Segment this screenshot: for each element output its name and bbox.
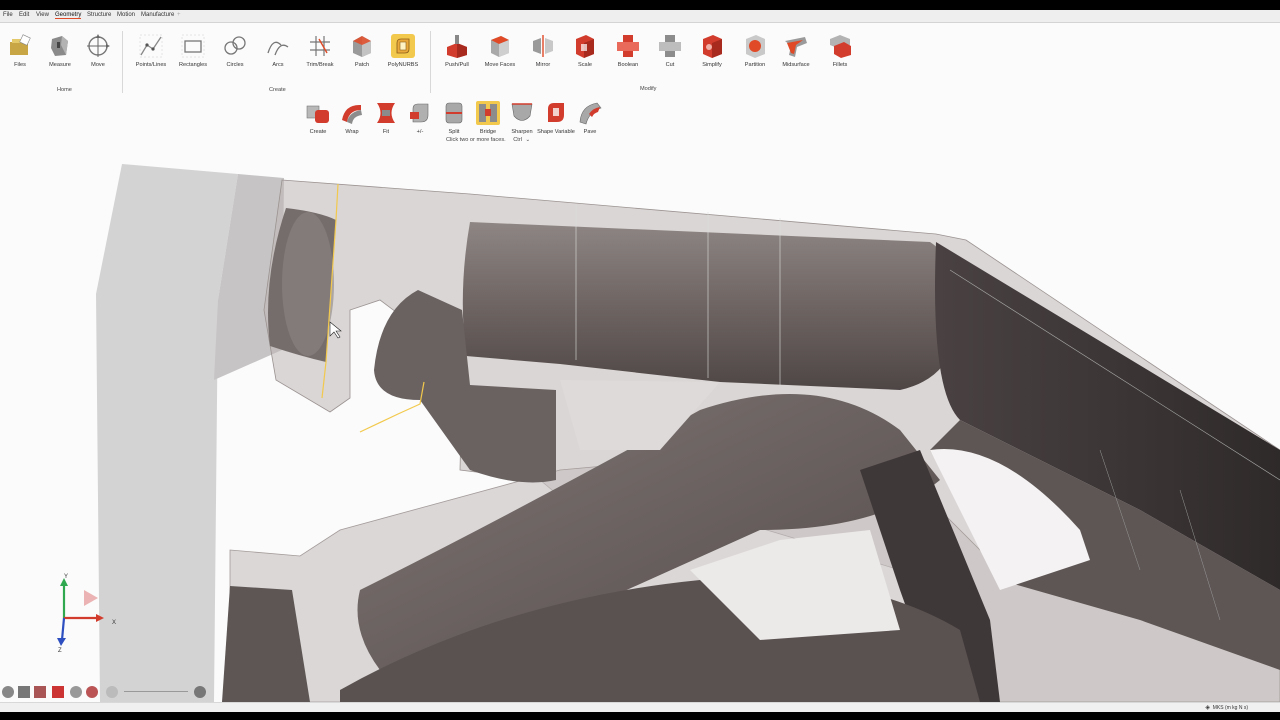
boolean-tool[interactable]: Boolean <box>608 33 648 69</box>
pave-icon <box>579 102 602 125</box>
scale-icon <box>576 35 594 58</box>
add-ribbon-tab-button[interactable]: + <box>177 12 181 18</box>
simplify-tool[interactable]: Simplify <box>692 33 732 69</box>
menu-motion[interactable]: Motion <box>117 12 135 18</box>
wrap-icon <box>342 104 362 124</box>
split-icon <box>445 102 463 124</box>
patch-icon <box>353 36 371 57</box>
arcs-tool[interactable]: Arcs <box>258 33 298 69</box>
hint-text: Click two or more faces. <box>446 137 506 143</box>
status-icon[interactable]: ◈ <box>1205 704 1210 711</box>
view-orient-icon[interactable] <box>18 686 30 698</box>
zoom-icon[interactable] <box>70 686 82 698</box>
trim-break-icon <box>310 36 330 56</box>
render-icon[interactable] <box>52 686 64 698</box>
separator <box>122 31 123 93</box>
base-block <box>96 164 238 702</box>
midsurface-tool[interactable]: Midsurface <box>776 33 816 69</box>
polynurbs-icon <box>391 34 415 58</box>
section-icon[interactable] <box>34 686 46 698</box>
unit-system[interactable]: MKS (m kg N s) <box>1213 705 1248 711</box>
fillets-tool[interactable]: Fillets <box>820 33 860 69</box>
polynurbs-create-icon <box>306 105 329 123</box>
hint-shortcut: Ctrl <box>513 137 522 143</box>
scale-tool[interactable]: Scale <box>565 33 605 69</box>
view-cube-icon[interactable] <box>2 686 14 698</box>
guide-bar: Click two or more faces. Ctrl ⌄ <box>446 137 530 143</box>
menu-geometry[interactable]: Geometry <box>55 12 82 19</box>
mirror-tool[interactable]: Mirror <box>523 33 563 69</box>
circles-icon <box>224 36 246 55</box>
create-group-label: Create <box>269 87 286 93</box>
partition-tool[interactable]: Partition <box>735 33 775 69</box>
points-lines-tool[interactable]: Points/Lines <box>131 33 171 69</box>
menu-manufacture[interactable]: Manufacture <box>141 12 174 18</box>
triad-z-label: Z <box>58 648 62 654</box>
fillets-icon <box>830 35 851 58</box>
move-tool[interactable]: Move <box>78 33 118 69</box>
boolean-icon <box>617 35 639 57</box>
trim-break-tool[interactable]: Trim/Break <box>300 33 340 69</box>
move-faces-tool[interactable]: Move Faces <box>480 33 520 69</box>
chevron-down-icon[interactable]: ⌄ <box>526 137 531 143</box>
push-pull-tool[interactable]: Push/Pull <box>437 33 477 69</box>
push-pull-icon <box>447 35 467 58</box>
cut-icon <box>659 35 681 57</box>
arcs-icon <box>267 41 289 56</box>
measure-tool[interactable]: Measure <box>40 33 80 69</box>
menu-bar: File Edit View Geometry Structure Motion… <box>0 10 1280 23</box>
mirror-icon <box>533 35 553 57</box>
move-icon <box>87 34 110 57</box>
add-remove-icon <box>410 103 429 123</box>
triad-y-label: Y <box>64 574 68 580</box>
sharpen-icon <box>511 103 533 121</box>
cut-tool[interactable]: Cut <box>650 33 690 69</box>
menu-view[interactable]: View <box>36 12 49 18</box>
midsurface-icon <box>785 37 807 57</box>
app-window: File Edit View Geometry Structure Motion… <box>0 10 1280 712</box>
transparency-icon[interactable] <box>106 686 118 698</box>
rectangles-tool[interactable]: Rectangles <box>173 33 213 69</box>
menu-structure[interactable]: Structure <box>87 12 111 18</box>
menu-edit[interactable]: Edit <box>19 12 29 18</box>
partition-icon <box>746 35 765 58</box>
modeling-viewport[interactable]: Y X Z <box>0 150 1280 702</box>
points-lines-icon <box>139 34 163 58</box>
circles-tool[interactable]: Circles <box>215 33 255 69</box>
pave-tool[interactable]: Pave <box>570 100 610 136</box>
simplify-icon <box>703 35 722 58</box>
polynurbs-tool[interactable]: PolyNURBS <box>383 33 423 69</box>
ribbon: Files Measure Move Home Points/Lines Rec… <box>0 23 1280 163</box>
home-group-label: Home <box>57 87 72 93</box>
explode-icon[interactable] <box>86 686 98 698</box>
shape-variable-icon <box>548 103 564 122</box>
rectangles-icon <box>181 34 205 58</box>
separator <box>430 31 431 93</box>
files-tool[interactable]: Files <box>0 33 40 69</box>
menu-file[interactable]: File <box>3 12 13 18</box>
patch-tool[interactable]: Patch <box>342 33 382 69</box>
fit-icon <box>377 103 395 123</box>
triad-x-label: X <box>112 620 116 626</box>
display-options-icon[interactable] <box>194 686 206 698</box>
status-bar: ◈ MKS (m kg N s) <box>0 702 1280 712</box>
move-faces-icon <box>491 36 509 57</box>
bridge-icon <box>476 101 500 125</box>
measure-icon <box>51 36 68 56</box>
files-icon <box>10 34 31 55</box>
modify-group-label: Modify <box>640 86 657 92</box>
transparency-slider[interactable] <box>124 691 188 692</box>
